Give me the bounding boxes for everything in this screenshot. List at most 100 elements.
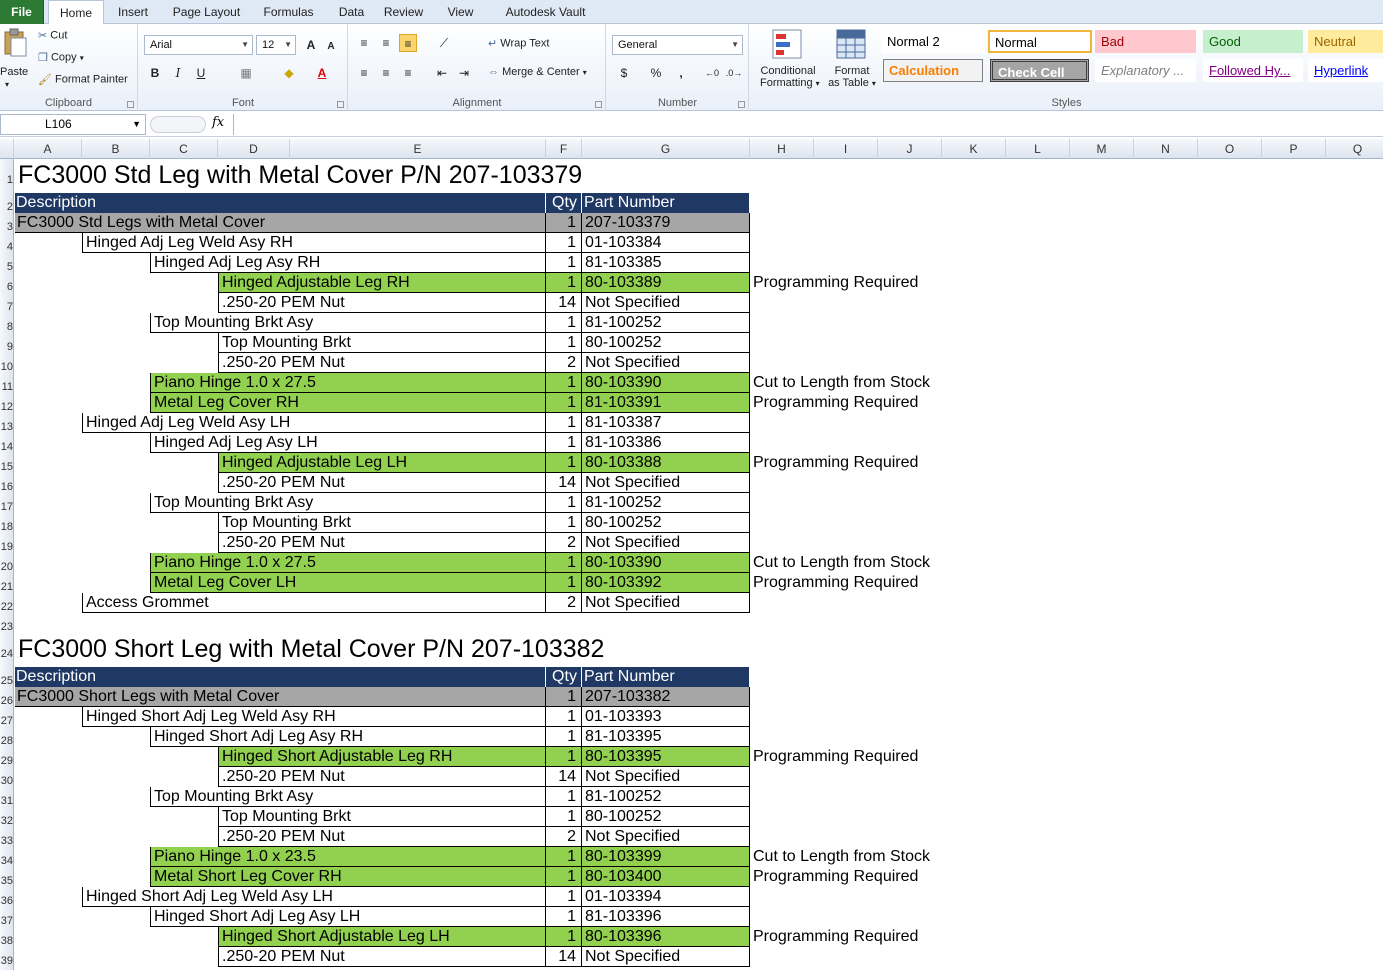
cell-style-normal-2[interactable]: Normal 2 (881, 30, 985, 53)
bom-qty-cell[interactable]: 1 (546, 253, 582, 273)
bom-qty-cell[interactable]: 1 (546, 233, 582, 253)
bom-description-cell[interactable]: Top Mounting Brkt Asy (150, 787, 546, 807)
column-header-m[interactable]: M (1070, 139, 1134, 159)
bom-description-cell[interactable]: Hinged Short Adjustable Leg RH (218, 747, 546, 767)
bom-qty-cell[interactable]: 1 (546, 333, 582, 353)
bom-description-cell[interactable]: .250-20 PEM Nut (218, 293, 546, 313)
bom-part-number-cell[interactable]: 80-103392 (582, 573, 750, 593)
bold-button[interactable]: B (146, 64, 164, 82)
row-header-35[interactable]: 35 (0, 867, 13, 887)
bom-part-number-cell[interactable]: 81-103385 (582, 253, 750, 273)
row-header-17[interactable]: 17 (0, 493, 13, 513)
bom-description-cell[interactable]: Hinged Short Adj Leg Asy RH (150, 727, 546, 747)
bom-part-number-cell[interactable]: 01-103393 (582, 707, 750, 727)
align-right-icon[interactable]: ≡ (399, 64, 417, 82)
bom-qty-cell[interactable]: 1 (546, 373, 582, 393)
bom-part-number-cell[interactable]: 81-100252 (582, 787, 750, 807)
cell-style-followed-hy[interactable]: Followed Hy... (1203, 59, 1303, 82)
bom-part-number-cell[interactable]: 80-103389 (582, 273, 750, 293)
row-header-18[interactable]: 18 (0, 513, 13, 533)
column-header-p[interactable]: P (1262, 139, 1326, 159)
bom-part-number-cell[interactable]: 81-103391 (582, 393, 750, 413)
column-header-a[interactable]: A (14, 139, 82, 159)
clipboard-launcher-icon[interactable] (127, 101, 134, 108)
row-header-3[interactable]: 3 (0, 213, 13, 233)
row-header-15[interactable]: 15 (0, 453, 13, 473)
bom-part-number-cell[interactable]: 80-103390 (582, 373, 750, 393)
bom-description-cell[interactable]: Hinged Short Adj Leg Asy LH (150, 907, 546, 927)
bom-qty-cell[interactable]: 1 (546, 453, 582, 473)
font-launcher-icon[interactable] (337, 101, 344, 108)
row-header-27[interactable]: 27 (0, 707, 13, 727)
bom-note-cell[interactable]: Programming Required (753, 453, 918, 473)
column-header-k[interactable]: K (942, 139, 1006, 159)
bom-description-cell[interactable]: Hinged Adj Leg Asy LH (150, 433, 546, 453)
cell-style-bad[interactable]: Bad (1095, 30, 1196, 53)
bom-part-number-cell[interactable]: 81-103396 (582, 907, 750, 927)
row-header-13[interactable]: 13 (0, 413, 13, 433)
bom-part-number-cell[interactable]: 80-103399 (582, 847, 750, 867)
column-header-n[interactable]: N (1134, 139, 1198, 159)
bom-part-number-cell[interactable]: 80-103390 (582, 553, 750, 573)
bom-part-number-cell[interactable]: 81-100252 (582, 313, 750, 333)
bom-description-cell[interactable]: Hinged Adjustable Leg LH (218, 453, 546, 473)
bom-part-number-cell[interactable]: 01-103394 (582, 887, 750, 907)
bom-part-number-cell[interactable]: Not Specified (582, 827, 750, 847)
cut-button[interactable]: ✂ Cut (38, 29, 67, 42)
align-bottom-icon[interactable]: ≡ (399, 34, 417, 52)
column-header-i[interactable]: I (814, 139, 878, 159)
row-header-20[interactable]: 20 (0, 553, 13, 573)
row-header-32[interactable]: 32 (0, 807, 13, 827)
bom-description-cell[interactable]: Top Mounting Brkt (218, 513, 546, 533)
bom-qty-cell[interactable]: 1 (546, 707, 582, 727)
bom-qty-cell[interactable]: 2 (546, 533, 582, 553)
alignment-launcher-icon[interactable] (595, 101, 602, 108)
bom-description-cell[interactable]: Top Mounting Brkt (218, 807, 546, 827)
bom-description-cell[interactable]: FC3000 Short Legs with Metal Cover (15, 687, 546, 707)
row-header-12[interactable]: 12 (0, 393, 13, 413)
bom-part-number-cell[interactable]: 80-103395 (582, 747, 750, 767)
bom-part-number-cell[interactable]: 80-103400 (582, 867, 750, 887)
bom-description-cell[interactable]: .250-20 PEM Nut (218, 947, 546, 967)
bom-part-number-cell[interactable]: 80-103388 (582, 453, 750, 473)
row-header-33[interactable]: 33 (0, 827, 13, 847)
row-header-10[interactable]: 10 (0, 353, 13, 373)
bom-part-number-cell[interactable]: 80-100252 (582, 333, 750, 353)
row-header-34[interactable]: 34 (0, 847, 13, 867)
bom-qty-cell[interactable]: 1 (546, 573, 582, 593)
column-header-h[interactable]: H (750, 139, 814, 159)
bom-description-cell[interactable]: Piano Hinge 1.0 x 27.5 (150, 373, 546, 393)
name-box[interactable]: L106 ▼ (0, 114, 146, 135)
bom-part-number-cell[interactable]: 01-103384 (582, 233, 750, 253)
bom-qty-cell[interactable]: 1 (546, 493, 582, 513)
cell-style-explanatory[interactable]: Explanatory ... (1095, 59, 1196, 82)
orientation-icon[interactable]: ⟋ (435, 34, 453, 52)
bom-description-cell[interactable]: Metal Leg Cover LH (150, 573, 546, 593)
tab-autodesk-vault[interactable]: Autodesk Vault (493, 0, 598, 24)
bom-description-cell[interactable]: Hinged Short Adjustable Leg LH (218, 927, 546, 947)
column-header-l[interactable]: L (1006, 139, 1070, 159)
tab-review[interactable]: Review (379, 0, 428, 24)
bom-note-cell[interactable]: Programming Required (753, 573, 918, 593)
row-header-21[interactable]: 21 (0, 573, 13, 593)
row-header-19[interactable]: 19 (0, 533, 13, 553)
borders-icon[interactable]: ▦ (237, 64, 255, 82)
row-header-25[interactable]: 25 (0, 667, 13, 687)
row-header-4[interactable]: 4 (0, 233, 13, 253)
conditional-formatting-button[interactable]: Conditional Formatting ▾ (760, 28, 820, 89)
bom-qty-cell[interactable]: 1 (546, 553, 582, 573)
bom-part-number-cell[interactable]: 80-103396 (582, 927, 750, 947)
row-header-36[interactable]: 36 (0, 887, 13, 907)
column-header-e[interactable]: E (290, 139, 546, 159)
formula-bar-resize-handle[interactable] (150, 116, 206, 133)
bom-description-cell[interactable]: Metal Leg Cover RH (150, 393, 546, 413)
bom-qty-cell[interactable]: 1 (546, 213, 582, 233)
bom-part-number-cell[interactable]: 81-103395 (582, 727, 750, 747)
bom-qty-cell[interactable]: 14 (546, 293, 582, 313)
bom-description-cell[interactable]: .250-20 PEM Nut (218, 473, 546, 493)
worksheet-grid[interactable]: FC3000 Std Leg with Metal Cover P/N 207-… (15, 159, 1383, 970)
bom-qty-cell[interactable]: 1 (546, 847, 582, 867)
row-header-31[interactable]: 31 (0, 787, 13, 807)
row-header-24[interactable]: 24 (0, 633, 13, 667)
bom-description-cell[interactable]: Hinged Short Adj Leg Weld Asy RH (82, 707, 546, 727)
